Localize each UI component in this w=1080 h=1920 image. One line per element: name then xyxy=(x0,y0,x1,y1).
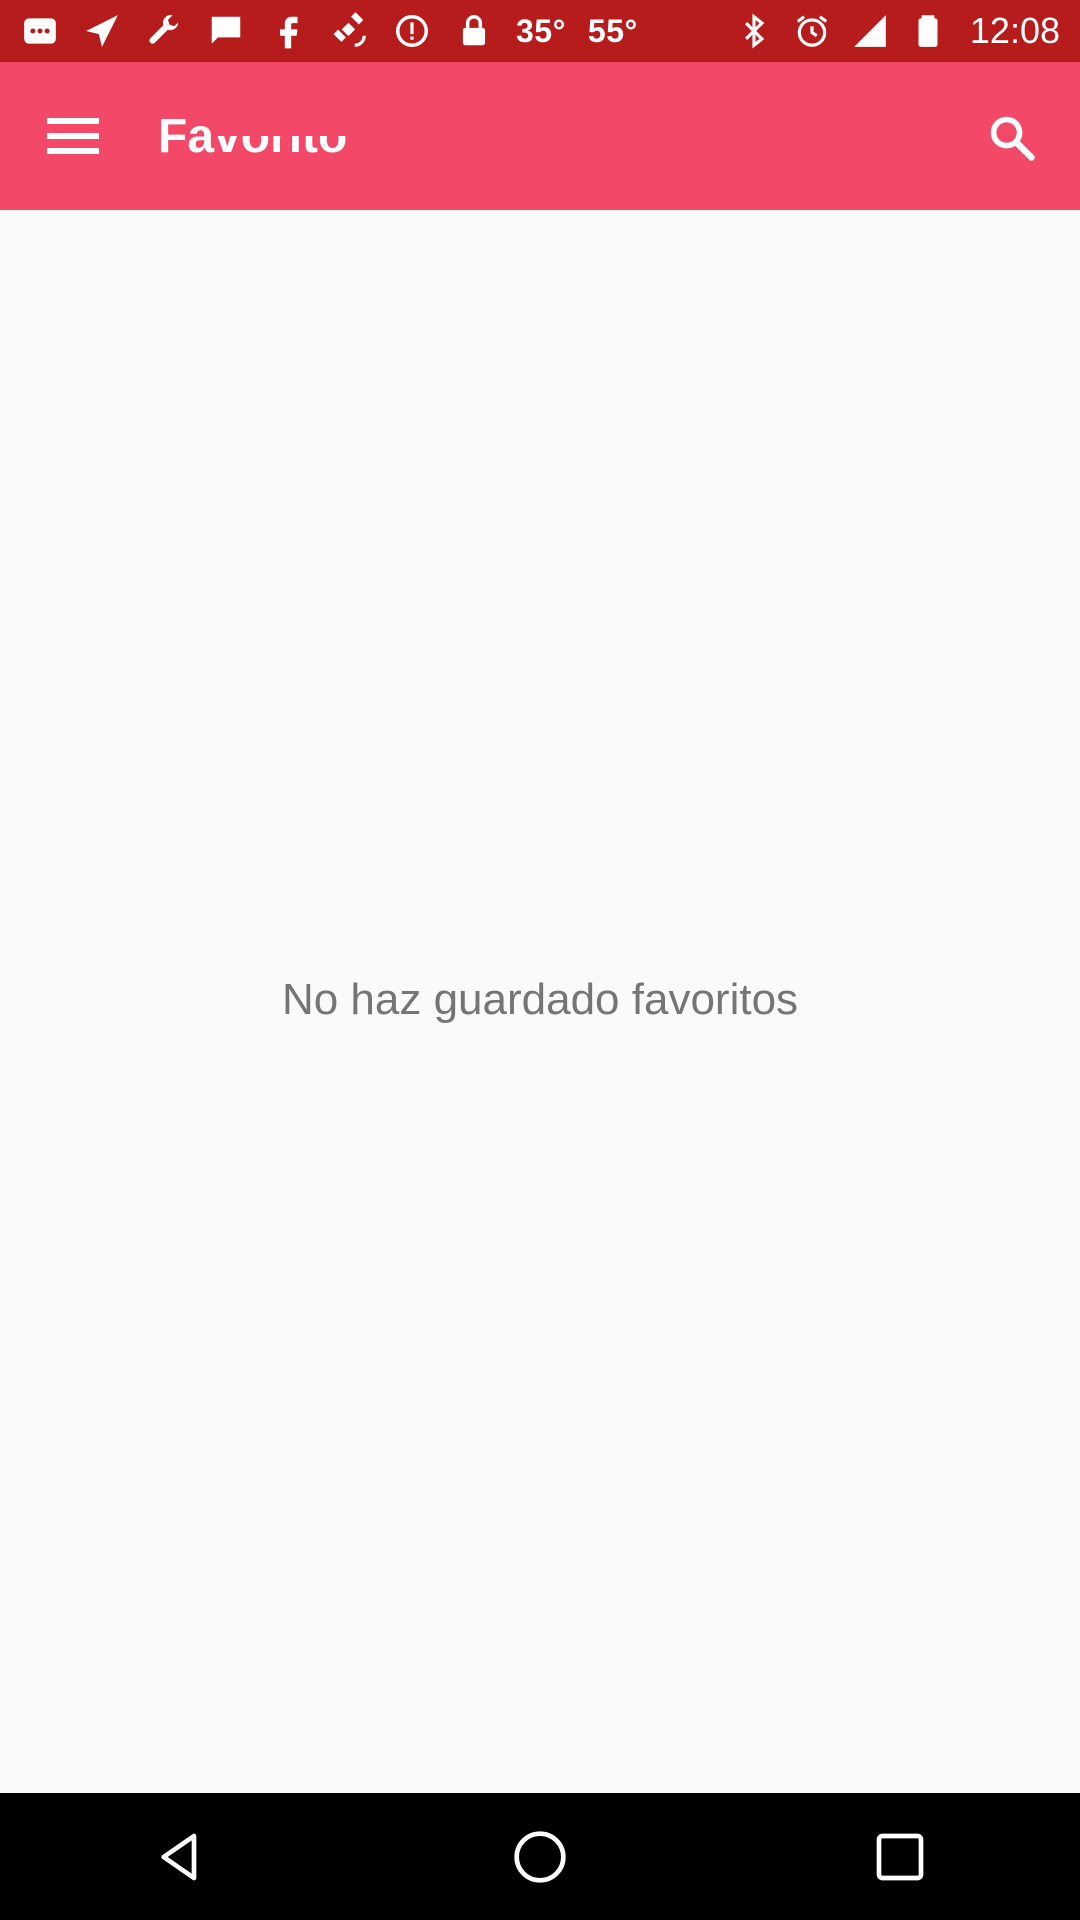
search-button[interactable] xyxy=(974,102,1050,174)
signal-icon xyxy=(850,11,890,51)
page-title: Favorito xyxy=(158,106,458,168)
temperature-reading: 35° xyxy=(516,12,566,49)
screen: 35° 55° 12:08 Favorito No haz guardado f… xyxy=(0,0,1080,1920)
chat-icon xyxy=(206,11,246,51)
hamburger-menu-icon xyxy=(47,118,99,154)
favorites-list: No haz guardado favoritos xyxy=(0,210,1080,1793)
app-toolbar: Favorito xyxy=(0,62,1080,210)
back-button[interactable] xyxy=(120,1807,240,1907)
wrench-icon xyxy=(144,11,184,51)
fake-gps-satellite-icon xyxy=(330,11,370,51)
temperature-reading-2: 55° xyxy=(587,12,638,49)
alert-icon xyxy=(392,11,432,51)
facebook-icon xyxy=(268,11,308,51)
status-icons-right: 12:08 xyxy=(734,10,1060,52)
navigation-bar xyxy=(0,1793,1080,1920)
home-circle-icon xyxy=(514,1830,566,1883)
recents-button[interactable] xyxy=(840,1807,960,1907)
status-bar: 35° 55° 12:08 xyxy=(0,0,1080,62)
menu-button[interactable] xyxy=(30,100,116,172)
empty-state-message: No haz guardado favoritos xyxy=(281,975,799,1024)
bluetooth-icon xyxy=(734,11,774,51)
messaging-icon xyxy=(20,11,60,51)
send-icon xyxy=(82,11,122,51)
lock-icon xyxy=(454,11,494,51)
back-triangle-icon xyxy=(161,1833,197,1880)
home-button[interactable] xyxy=(480,1807,600,1907)
status-icons-left: 35° 55° xyxy=(20,11,638,51)
battery-icon xyxy=(908,11,948,51)
title-animation-mask xyxy=(214,106,458,136)
recents-square-icon xyxy=(876,1833,924,1880)
alarm-icon xyxy=(792,11,832,51)
search-icon xyxy=(990,116,1035,161)
clock: 12:08 xyxy=(969,10,1060,51)
